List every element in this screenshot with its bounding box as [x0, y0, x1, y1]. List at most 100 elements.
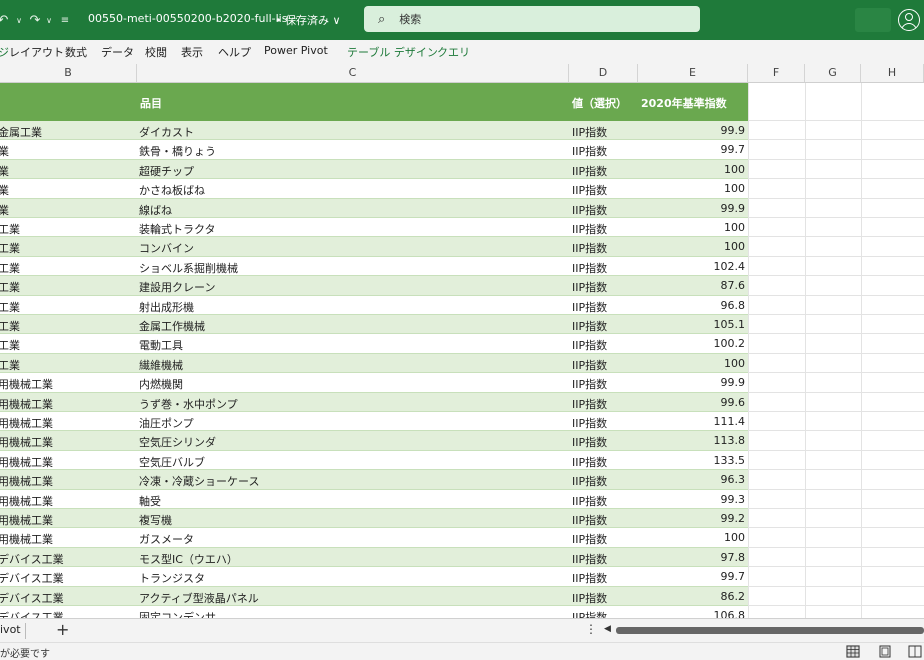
worksheet-grid[interactable]: 品目 値（選択） 2020年基準指数 金属工業 ダイカスト IIP指数 99.9 業鉄骨… — [0, 83, 924, 618]
cell-value-type[interactable]: IIP指数 — [572, 415, 607, 431]
cell-value-type[interactable]: IIP指数 — [572, 260, 607, 276]
table-row[interactable]: デバイス工業 トランジスタ IIP指数 99.7 — [0, 567, 748, 587]
table-row[interactable]: 工業 建設用クレーン IIP指数 87.6 — [0, 276, 748, 296]
cell-item[interactable]: 射出成形機 — [139, 299, 194, 315]
cell-base-index[interactable]: 100 — [640, 531, 745, 544]
cell-base-index[interactable]: 133.5 — [640, 454, 746, 467]
table-row[interactable]: 用機械工業 冷凍・冷蔵ショーケース IIP指数 96.3 — [0, 470, 748, 490]
cell-value-type[interactable]: IIP指数 — [572, 570, 607, 586]
cell-base-index[interactable]: 106.8 — [640, 609, 746, 618]
cell-category[interactable]: 用機械工業 — [0, 493, 132, 509]
column-header-h[interactable]: H — [861, 64, 924, 83]
cell-item[interactable]: 油圧ポンプ — [139, 415, 194, 431]
search-box[interactable]: ⌕ 検索 — [364, 6, 700, 32]
cell-value-type[interactable]: IIP指数 — [572, 609, 607, 618]
horizontal-scrollbar[interactable] — [616, 627, 924, 634]
cell-category[interactable]: 用機械工業 — [0, 531, 132, 547]
menu-review[interactable]: 校閲 — [145, 44, 167, 60]
cell-base-index[interactable]: 97.8 — [640, 551, 746, 564]
cell-value-type[interactable]: IIP指数 — [572, 531, 607, 547]
column-header-f[interactable]: F — [748, 64, 805, 83]
cell-item[interactable]: モス型IC（ウエハ） — [139, 551, 238, 567]
document-title[interactable]: 00550-meti-00550200-b2020-full-lis··· — [88, 12, 298, 25]
cell-value-type[interactable]: IIP指数 — [572, 473, 607, 489]
cell-value-type[interactable]: IIP指数 — [572, 240, 607, 256]
cell-value-type[interactable]: IIP指数 — [572, 124, 607, 140]
menu-power-pivot[interactable]: Power Pivot — [264, 44, 328, 57]
table-row[interactable]: デバイス工業 アクティブ型液晶パネル IIP指数 86.2 — [0, 586, 748, 606]
cell-item[interactable]: 電動工具 — [139, 337, 183, 353]
table-row[interactable]: 工業 ショベル系掘削機械 IIP指数 102.4 — [0, 257, 748, 277]
cell-value-type[interactable]: IIP指数 — [572, 299, 607, 315]
table-row[interactable]: 金属工業 ダイカスト IIP指数 99.9 — [0, 121, 748, 141]
cell-item[interactable]: トランジスタ — [139, 570, 205, 586]
cell-value-type[interactable]: IIP指数 — [572, 512, 607, 528]
cell-item[interactable]: 金属工作機械 — [139, 318, 205, 334]
cell-value-type[interactable]: IIP指数 — [572, 143, 607, 159]
cell-value-type[interactable]: IIP指数 — [572, 454, 607, 470]
table-row[interactable]: デバイス工業 固定コンデンサ IIP指数 106.8 — [0, 606, 748, 618]
toolbar-button[interactable] — [855, 8, 891, 32]
cell-value-type[interactable]: IIP指数 — [572, 202, 607, 218]
cell-value-type[interactable]: IIP指数 — [572, 221, 607, 237]
cell-item[interactable]: 空気圧バルブ — [139, 454, 205, 470]
cell-base-index[interactable]: 99.6 — [640, 396, 746, 409]
cell-category[interactable]: 用機械工業 — [0, 376, 132, 392]
cell-item[interactable]: かさね板ばね — [139, 182, 205, 198]
cell-item[interactable]: 複写機 — [139, 512, 172, 528]
menu-view[interactable]: 表示 — [181, 44, 203, 60]
cell-category[interactable]: 業 — [0, 163, 132, 179]
cell-base-index[interactable]: 86.2 — [640, 590, 746, 603]
sheet-tab-current[interactable]: ivot — [0, 619, 24, 642]
column-header-c[interactable]: C — [137, 64, 569, 83]
column-header-d[interactable]: D — [569, 64, 638, 83]
table-row[interactable]: 業線ばね IIP指数 99.9 — [0, 198, 748, 218]
account-avatar-icon[interactable] — [898, 9, 920, 31]
cell-base-index[interactable]: 99.9 — [640, 124, 746, 137]
cell-base-index[interactable]: 113.8 — [640, 434, 746, 447]
cell-category[interactable]: 用機械工業 — [0, 415, 132, 431]
cell-category[interactable]: 工業 — [0, 357, 132, 373]
cell-item[interactable]: 建設用クレーン — [139, 279, 215, 295]
column-header-g[interactable]: G — [805, 64, 861, 83]
table-row[interactable]: 業かさね板ばね IIP指数 100 — [0, 179, 748, 199]
cell-base-index[interactable]: 111.4 — [640, 415, 746, 428]
cell-base-index[interactable]: 105.1 — [640, 318, 746, 331]
cell-base-index[interactable]: 99.7 — [640, 570, 746, 583]
cell-item[interactable]: コンバイン — [139, 240, 194, 256]
cell-category[interactable]: 工業 — [0, 221, 132, 237]
menu-help[interactable]: ヘルプ — [218, 44, 251, 60]
table-row[interactable]: 業超硬チップ IIP指数 100 — [0, 159, 748, 180]
cell-value-type[interactable]: IIP指数 — [572, 337, 607, 353]
cell-item[interactable]: 装輪式トラクタ — [139, 221, 216, 237]
table-row[interactable]: 用機械工業 内燃機関 IIP指数 99.9 — [0, 373, 748, 393]
column-header-b[interactable]: B — [0, 64, 137, 83]
cell-category[interactable]: 業 — [0, 202, 132, 218]
cell-base-index[interactable]: 100 — [640, 357, 745, 370]
cell-category[interactable]: 用機械工業 — [0, 454, 132, 470]
table-row[interactable]: 工業 金属工作機械 IIP指数 105.1 — [0, 315, 748, 335]
cell-base-index[interactable]: 99.2 — [640, 512, 746, 525]
cell-item[interactable]: 軸受 — [139, 493, 161, 509]
cell-category[interactable]: 工業 — [0, 318, 132, 334]
cell-category[interactable]: デバイス工業 — [0, 609, 132, 618]
cell-category[interactable]: 用機械工業 — [0, 396, 132, 412]
cell-item[interactable]: ダイカスト — [139, 124, 194, 140]
more-options-icon[interactable]: ⋮ — [585, 622, 597, 636]
cell-category[interactable]: 業 — [0, 182, 132, 198]
cell-base-index[interactable]: 100 — [640, 182, 745, 195]
cell-value-type[interactable]: IIP指数 — [572, 493, 607, 509]
cell-value-type[interactable]: IIP指数 — [572, 318, 607, 334]
cell-value-type[interactable]: IIP指数 — [572, 590, 607, 606]
cell-value-type[interactable]: IIP指数 — [572, 396, 607, 412]
cell-value-type[interactable]: IIP指数 — [572, 279, 607, 295]
table-row[interactable]: 用機械工業 空気圧シリンダ IIP指数 113.8 — [0, 431, 748, 451]
cell-category[interactable]: 工業 — [0, 337, 132, 353]
cell-item[interactable]: 冷凍・冷蔵ショーケース — [139, 473, 259, 489]
cell-category[interactable]: 金属工業 — [0, 124, 132, 140]
cell-base-index[interactable]: 99.7 — [640, 143, 746, 156]
table-row[interactable]: 工業 コンバイン IIP指数 100 — [0, 237, 748, 257]
cell-base-index[interactable]: 96.3 — [640, 473, 746, 486]
cell-item[interactable]: 鉄骨・橋りょう — [139, 143, 216, 159]
cell-category[interactable]: 用機械工業 — [0, 512, 132, 528]
